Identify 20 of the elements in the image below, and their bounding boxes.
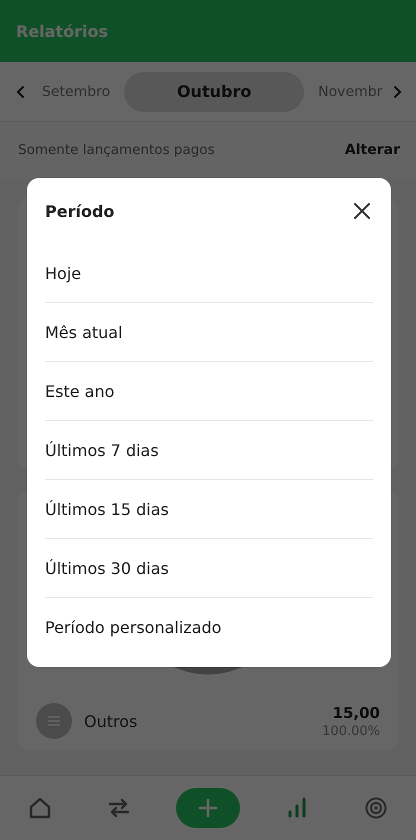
list-icon [36, 703, 72, 739]
home-icon [28, 796, 52, 820]
plus-icon [198, 798, 218, 818]
bar-chart-icon [286, 796, 308, 820]
period-option[interactable]: Últimos 7 dias [45, 421, 373, 480]
period-option[interactable]: Últimos 30 dias [45, 539, 373, 598]
dialog-title: Período [45, 202, 114, 220]
period-option[interactable]: Mês atual [45, 303, 373, 362]
target-icon [364, 796, 388, 820]
close-icon[interactable] [351, 200, 373, 222]
period-option[interactable]: Hoje [45, 244, 373, 303]
period-option[interactable]: Período personalizado [45, 598, 373, 657]
page-title: Relatórios [16, 22, 108, 40]
period-option[interactable]: Este ano [45, 362, 373, 421]
category-name: Outros [84, 712, 138, 730]
filter-label: Somente lançamentos pagos [18, 142, 215, 158]
category-amount: 15,00 [332, 704, 380, 722]
swap-arrows-icon [106, 796, 131, 820]
add-button[interactable] [176, 788, 240, 828]
period-option[interactable]: Últimos 15 dias [45, 480, 373, 539]
